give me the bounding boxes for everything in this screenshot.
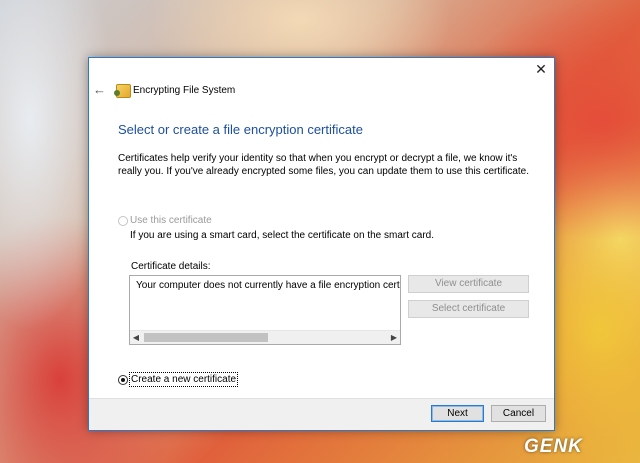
encrypting-file-system-dialog: ✕ ← Encrypting File System Select or cre… xyxy=(88,57,555,431)
scroll-right-icon[interactable]: ▶ xyxy=(388,331,400,344)
cancel-button[interactable]: Cancel xyxy=(491,405,546,422)
smart-card-note: If you are using a smart card, select th… xyxy=(130,230,435,241)
create-certificate-label[interactable]: Create a new certificate xyxy=(128,372,239,387)
watermark-logo: GENK xyxy=(524,436,583,457)
dialog-footer xyxy=(89,398,554,430)
view-certificate-button[interactable]: View certificate xyxy=(408,275,529,293)
horizontal-scrollbar[interactable]: ◀ ▶ xyxy=(130,330,400,344)
certificate-details-text: Your computer does not currently have a … xyxy=(136,280,401,291)
next-button[interactable]: Next xyxy=(431,405,484,422)
scrollbar-thumb[interactable] xyxy=(144,333,268,342)
use-certificate-radio[interactable] xyxy=(118,216,128,226)
encrypting-file-system-icon xyxy=(114,84,131,98)
window-title: Encrypting File System xyxy=(133,85,236,96)
close-button[interactable]: ✕ xyxy=(531,60,551,78)
back-arrow-icon[interactable]: ← xyxy=(93,82,109,98)
use-certificate-label: Use this certificate xyxy=(130,215,212,226)
page-heading: Select or create a file encryption certi… xyxy=(118,122,363,137)
certificate-details-box[interactable]: Your computer does not currently have a … xyxy=(129,275,401,345)
scroll-left-icon[interactable]: ◀ xyxy=(130,331,142,344)
certificate-details-label: Certificate details: xyxy=(131,261,211,272)
create-certificate-radio[interactable] xyxy=(118,375,128,385)
intro-text: Certificates help verify your identity s… xyxy=(118,153,530,177)
select-certificate-button[interactable]: Select certificate xyxy=(408,300,529,318)
